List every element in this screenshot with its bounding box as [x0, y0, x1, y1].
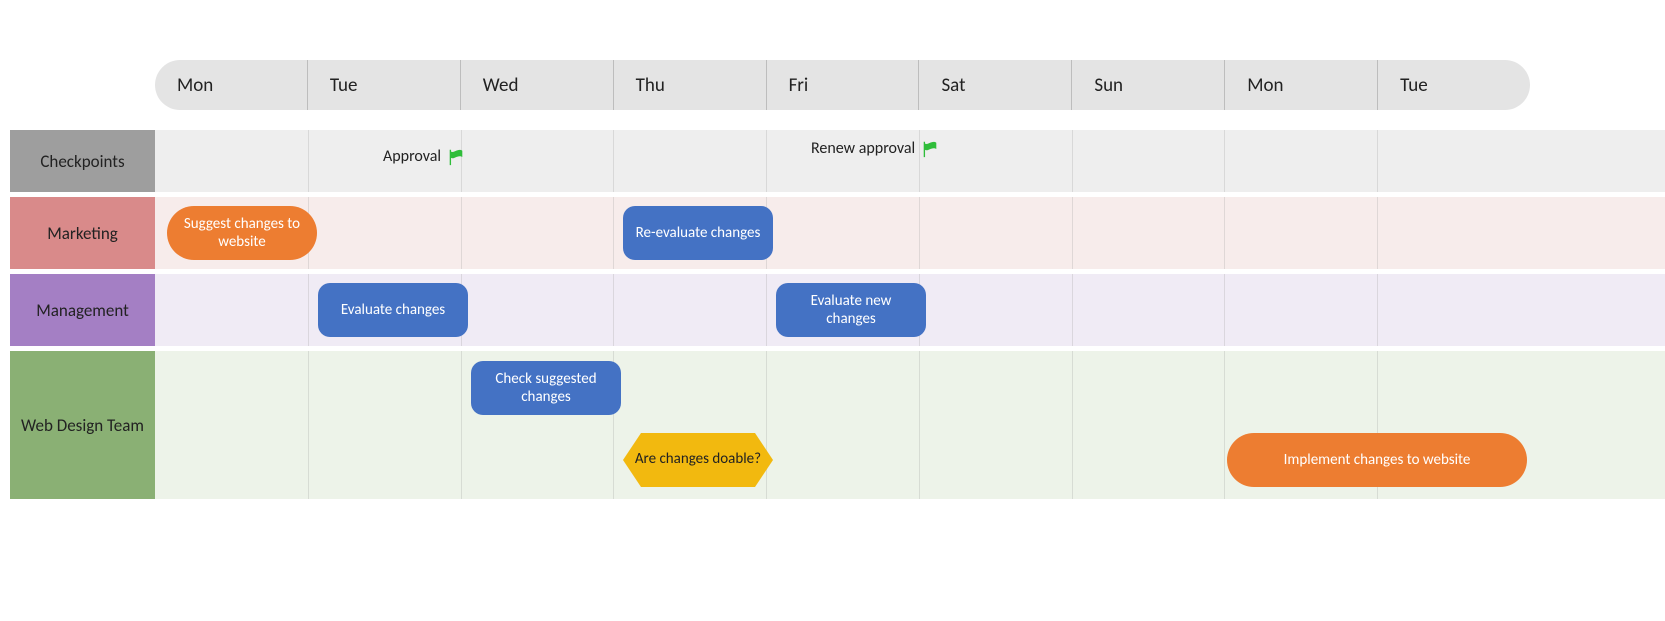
lane-body-management: Evaluate changes Evaluate new changes	[155, 274, 1665, 346]
lane-checkpoints: Checkpoints Approval Renew approval	[0, 130, 1665, 192]
task-suggest-changes-label: Suggest changes to website	[177, 215, 307, 251]
flag-icon	[921, 140, 939, 158]
task-evaluate-changes[interactable]: Evaluate changes	[318, 283, 468, 337]
lane-management: Management Evaluate changes Evaluate new…	[0, 274, 1665, 346]
lane-marketing: Marketing Suggest changes to website Re-…	[0, 197, 1665, 269]
lane-body-webdesign: Check suggested changes Are changes doab…	[155, 351, 1665, 499]
lanes-container: Checkpoints Approval Renew approval Mark…	[0, 130, 1665, 499]
milestone-renew[interactable]: Renew approval	[811, 140, 939, 158]
task-suggest-changes[interactable]: Suggest changes to website	[167, 206, 317, 260]
day-thu: Thu	[613, 60, 766, 110]
day-wed: Wed	[460, 60, 613, 110]
task-implement-changes-label: Implement changes to website	[1284, 451, 1471, 469]
milestone-renew-label: Renew approval	[811, 140, 915, 158]
flag-icon	[447, 148, 465, 166]
task-check-suggested[interactable]: Check suggested changes	[471, 361, 621, 415]
milestone-approval-label: Approval	[383, 148, 441, 166]
decision-doable-label: Are changes doable?	[635, 451, 761, 468]
task-implement-changes[interactable]: Implement changes to website	[1227, 433, 1527, 487]
lane-label-webdesign: Web Design Team	[10, 351, 155, 499]
day-tue-2: Tue	[1377, 60, 1530, 110]
day-fri: Fri	[766, 60, 919, 110]
task-evaluate-new-changes[interactable]: Evaluate new changes	[776, 283, 926, 337]
lane-webdesign: Web Design Team Check suggested changes …	[0, 351, 1665, 499]
milestone-approval[interactable]: Approval	[383, 148, 465, 166]
task-evaluate-changes-label: Evaluate changes	[341, 301, 445, 319]
day-mon-2: Mon	[1224, 60, 1377, 110]
day-sat: Sat	[918, 60, 1071, 110]
decision-doable[interactable]: Are changes doable?	[623, 433, 773, 487]
task-check-suggested-label: Check suggested changes	[481, 370, 611, 406]
day-mon-1: Mon	[155, 60, 307, 110]
lane-body-checkpoints: Approval Renew approval	[155, 130, 1665, 192]
lane-label-management: Management	[10, 274, 155, 346]
task-evaluate-new-changes-label: Evaluate new changes	[786, 292, 916, 328]
task-reevaluate[interactable]: Re-evaluate changes	[623, 206, 773, 260]
lane-label-checkpoints: Checkpoints	[10, 130, 155, 192]
day-tue-1: Tue	[307, 60, 460, 110]
task-reevaluate-label: Re-evaluate changes	[636, 224, 761, 242]
day-sun: Sun	[1071, 60, 1224, 110]
lane-label-marketing: Marketing	[10, 197, 155, 269]
timeline-header: Mon Tue Wed Thu Fri Sat Sun Mon Tue	[155, 60, 1530, 110]
lane-body-marketing: Suggest changes to website Re-evaluate c…	[155, 197, 1665, 269]
